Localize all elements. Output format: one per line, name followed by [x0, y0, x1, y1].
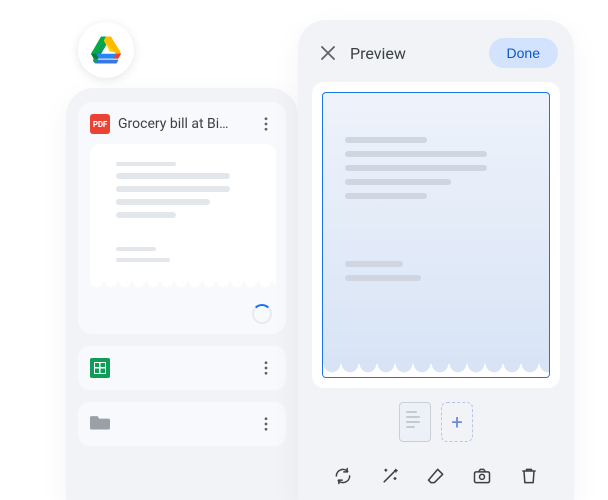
- more-vert-icon: [264, 361, 268, 375]
- trash-icon: [519, 466, 539, 486]
- preview-toolbar: [312, 452, 560, 500]
- list-item-sheets[interactable]: [78, 346, 286, 390]
- list-item-folder[interactable]: [78, 402, 286, 446]
- folder-icon: [90, 413, 110, 435]
- file-thumbnail-receipt: [90, 144, 276, 292]
- preview-stage: [312, 82, 560, 388]
- scan-preview-panel: Preview Done +: [298, 20, 574, 500]
- drive-triangle-icon: [91, 36, 121, 64]
- file-card-header: PDF Grocery bill at Bi…: [90, 114, 276, 134]
- page-thumbnail[interactable]: [399, 402, 431, 442]
- erase-button[interactable]: [418, 458, 454, 494]
- pdf-badge-icon: PDF: [90, 114, 110, 134]
- preview-title: Preview: [350, 44, 479, 63]
- drive-file-panel: PDF Grocery bill at Bi…: [66, 88, 298, 500]
- file-title: Grocery bill at Bi…: [118, 116, 248, 132]
- add-page-button[interactable]: +: [441, 402, 473, 442]
- more-vert-icon: [264, 417, 268, 431]
- camera-icon: [472, 466, 492, 486]
- close-button[interactable]: [316, 41, 340, 65]
- magic-wand-icon: [380, 466, 400, 486]
- retake-button[interactable]: [325, 458, 361, 494]
- more-vert-icon: [264, 117, 268, 131]
- close-icon: [321, 46, 335, 60]
- list-item-more-button[interactable]: [256, 414, 276, 434]
- list-item-more-button[interactable]: [256, 358, 276, 378]
- file-more-button[interactable]: [256, 114, 276, 134]
- crop-button[interactable]: [464, 458, 500, 494]
- google-sheets-icon: [90, 358, 110, 378]
- done-button[interactable]: Done: [489, 38, 558, 68]
- auto-enhance-button[interactable]: [372, 458, 408, 494]
- google-drive-logo: [78, 22, 134, 78]
- delete-button[interactable]: [511, 458, 547, 494]
- file-card-pdf[interactable]: PDF Grocery bill at Bi…: [78, 102, 286, 334]
- upload-progress-row: [90, 302, 276, 324]
- scanned-page[interactable]: [322, 92, 550, 378]
- preview-header: Preview Done: [312, 34, 560, 82]
- page-thumbnails: +: [312, 388, 560, 452]
- loading-spinner-icon: [252, 304, 272, 324]
- refresh-icon: [333, 466, 353, 486]
- eraser-icon: [426, 466, 446, 486]
